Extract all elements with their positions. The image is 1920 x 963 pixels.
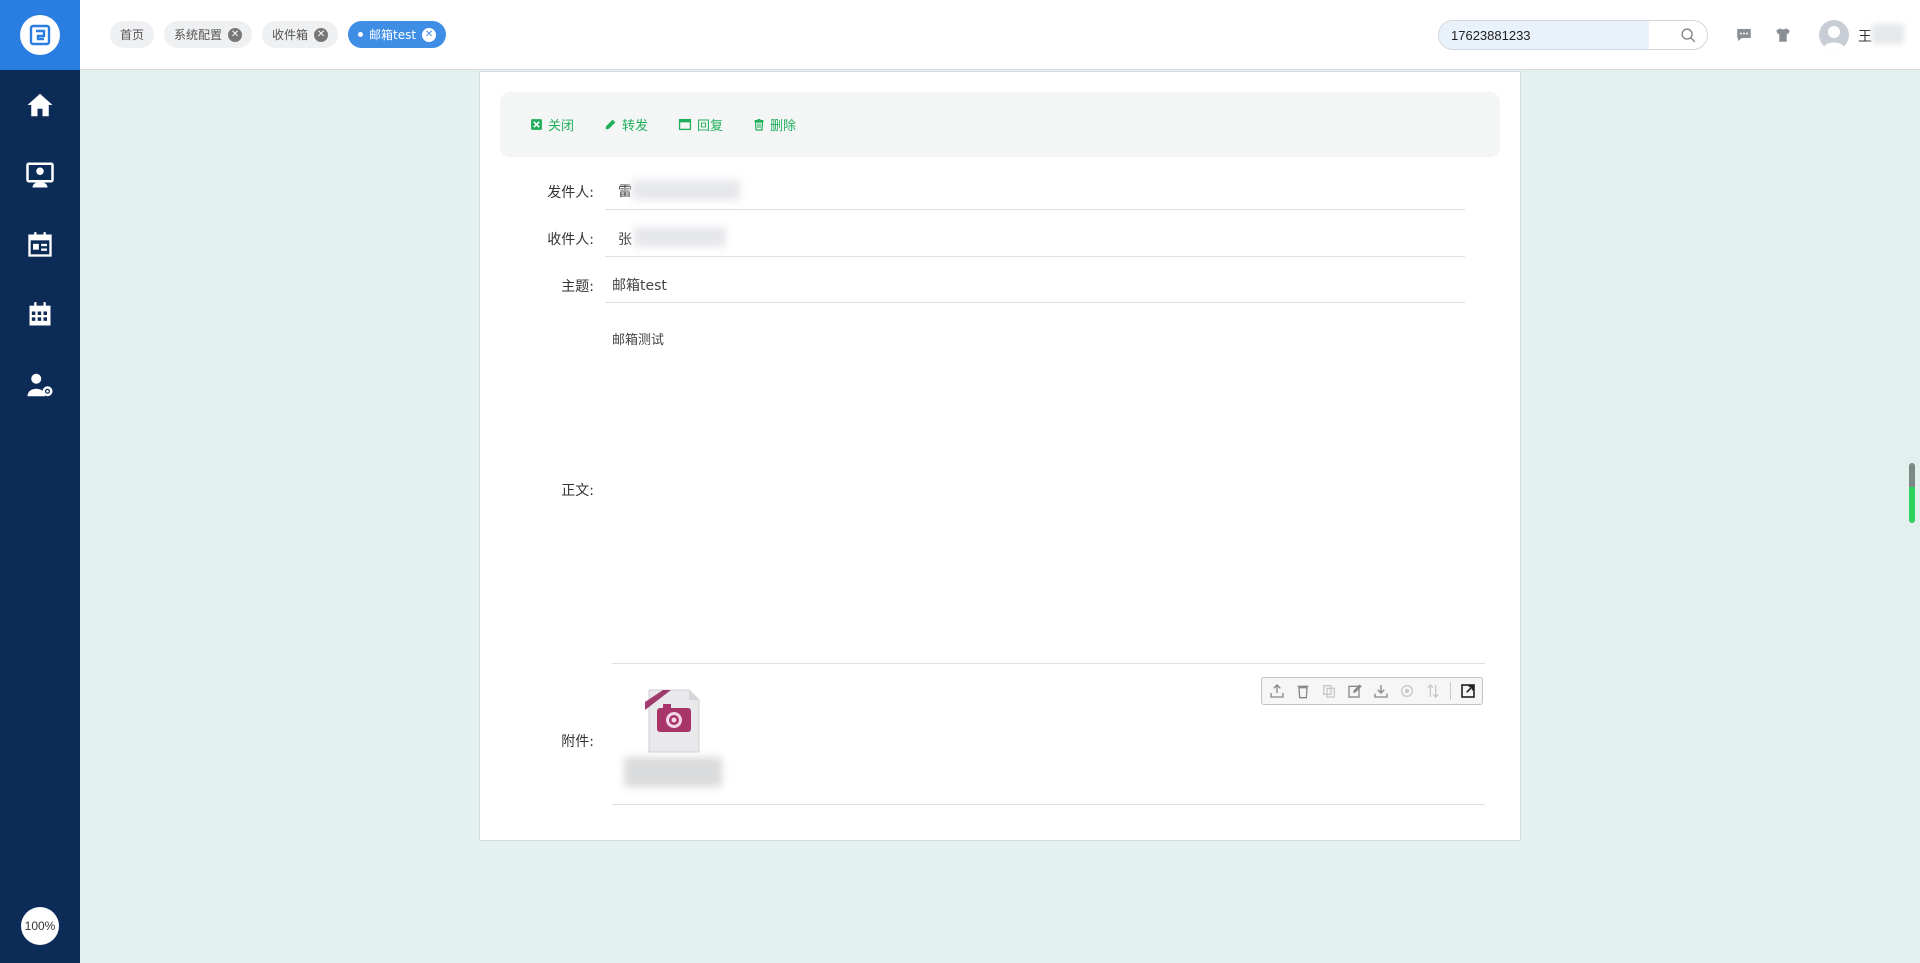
tab-home[interactable]: 首页: [110, 21, 155, 48]
tab-email-test[interactable]: 邮箱test ✕: [348, 21, 447, 48]
download-icon[interactable]: [1372, 682, 1390, 700]
close-button[interactable]: 关闭: [530, 115, 574, 134]
home-icon: [27, 93, 53, 117]
toolbar-separator: [1450, 682, 1451, 700]
recipient-label: 收件人:: [547, 232, 594, 248]
attachment-label: 附件:: [561, 734, 594, 750]
attachment-file-thumbnail[interactable]: [643, 688, 703, 754]
subject-label: 主题:: [561, 279, 594, 295]
tab-label: 首页: [120, 28, 145, 42]
blurred-attachment-name: [624, 757, 722, 787]
tab-label: 系统配置: [174, 28, 223, 42]
sidebar: 100%: [0, 0, 80, 963]
sidebar-item-home[interactable]: [0, 70, 80, 140]
body-divider: [612, 663, 1485, 664]
user-name[interactable]: 王: [1858, 26, 1872, 46]
delete-label: 删除: [770, 119, 797, 134]
app-logo-icon: [20, 15, 60, 55]
sidebar-item-user-settings[interactable]: [0, 350, 80, 420]
delete-button[interactable]: 删除: [753, 115, 796, 134]
search-input[interactable]: [1451, 21, 1641, 49]
user-settings-icon: [27, 373, 53, 397]
subject-divider: [605, 302, 1465, 303]
trash-icon[interactable]: [1294, 682, 1312, 700]
open-external-icon[interactable]: [1459, 682, 1477, 700]
theme-shirt-icon[interactable]: [1774, 26, 1792, 44]
user-monitor-icon: [26, 162, 54, 188]
close-tab-icon[interactable]: ✕: [422, 27, 437, 42]
close-label: 关闭: [548, 119, 575, 134]
sort-icon[interactable]: [1424, 682, 1442, 700]
active-dot-icon: [358, 32, 364, 37]
tab-inbox[interactable]: 收件箱 ✕: [262, 21, 339, 48]
page-scroll-indicator[interactable]: [1909, 463, 1915, 523]
attachment-toolbar: [1261, 677, 1483, 705]
tab-label: 邮箱test: [369, 28, 417, 42]
side-nav: [0, 70, 80, 420]
recipient-divider: [605, 256, 1465, 257]
trash-icon: [754, 119, 764, 131]
reply-window-icon: [678, 118, 692, 131]
edit-icon[interactable]: [1346, 682, 1364, 700]
sidebar-item-user-monitor[interactable]: [0, 140, 80, 210]
sender-label: 发件人:: [547, 185, 594, 201]
forward-label: 转发: [622, 119, 649, 134]
image-file-icon: [645, 689, 700, 753]
sender-divider: [605, 209, 1465, 210]
sidebar-item-calendar[interactable]: [0, 280, 80, 350]
sidebar-item-news[interactable]: [0, 210, 80, 280]
search-icon[interactable]: [1680, 27, 1697, 44]
copy-icon[interactable]: [1320, 682, 1338, 700]
blurred-username: [1872, 24, 1904, 44]
close-box-icon: [531, 119, 542, 130]
app-logo[interactable]: [0, 0, 80, 70]
recipient-value: 张: [618, 232, 632, 248]
upload-icon[interactable]: [1268, 682, 1286, 700]
close-tab-icon[interactable]: ✕: [314, 27, 329, 42]
tab-label: 收件箱: [272, 28, 309, 42]
reply-button[interactable]: 回复: [678, 115, 723, 134]
calendar-grid-icon: [29, 302, 51, 326]
view-icon[interactable]: [1398, 682, 1416, 700]
attachment-divider: [612, 804, 1485, 805]
blurred-sender: [632, 180, 740, 200]
zoom-level-badge[interactable]: 100%: [21, 907, 59, 945]
avatar[interactable]: [1819, 20, 1849, 50]
pencil-icon: [605, 119, 616, 130]
tab-system-config[interactable]: 系统配置 ✕: [164, 21, 253, 48]
forward-button[interactable]: 转发: [604, 115, 648, 134]
email-toolbar: 关闭 转发 回复 删除: [500, 92, 1500, 157]
sender-value: 雷: [618, 184, 632, 200]
search-box: [1438, 20, 1708, 50]
subject-value: 邮箱test: [612, 278, 667, 294]
email-body-text: 邮箱测试: [612, 333, 665, 348]
message-icon[interactable]: [1735, 26, 1753, 44]
tab-bar: 首页 系统配置 ✕ 收件箱 ✕ 邮箱test ✕: [110, 21, 447, 48]
top-bar: 首页 系统配置 ✕ 收件箱 ✕ 邮箱test ✕ 王: [80, 0, 1920, 70]
close-tab-icon[interactable]: ✕: [228, 27, 243, 42]
blurred-recipient: [634, 227, 726, 247]
body-label: 正文:: [561, 483, 594, 499]
news-calendar-icon: [28, 232, 52, 257]
reply-label: 回复: [697, 119, 724, 134]
